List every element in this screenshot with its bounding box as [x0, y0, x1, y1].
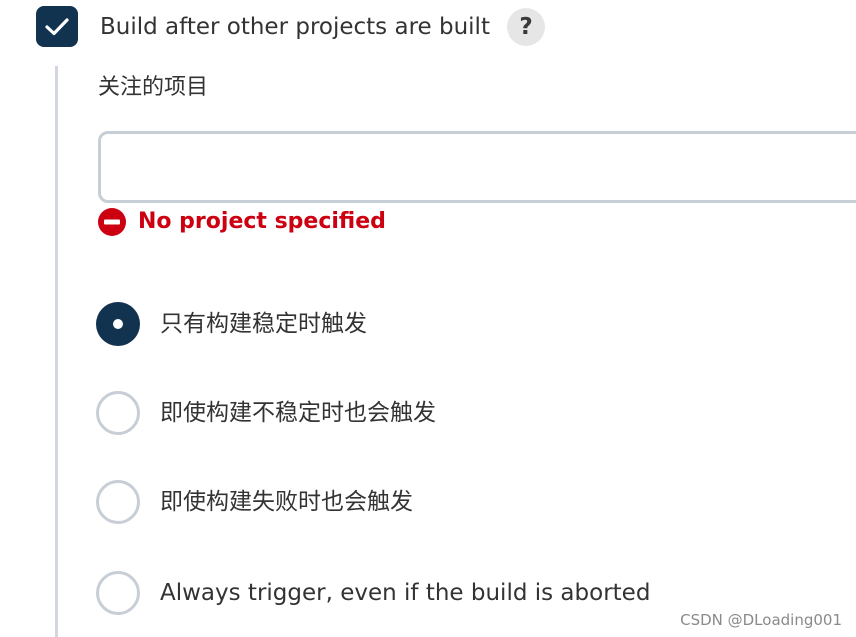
error-message: No project specified — [138, 209, 386, 234]
checkmark-icon — [45, 18, 69, 36]
radio-button[interactable] — [96, 480, 140, 524]
radio-label[interactable]: 即使构建失败时也会触发 — [160, 486, 413, 518]
page: Build after other projects are built ? 关… — [0, 0, 856, 637]
radio-label[interactable]: 只有构建稳定时触发 — [160, 308, 367, 340]
radio-label[interactable]: 即使构建不稳定时也会触发 — [160, 397, 436, 429]
projects-input[interactable] — [98, 131, 856, 203]
error-circle-icon — [98, 208, 126, 236]
nested-section-indicator — [55, 66, 58, 637]
radio-label[interactable]: Always trigger, even if the build is abo… — [160, 577, 650, 609]
radio-button[interactable] — [96, 391, 140, 435]
help-icon[interactable]: ? — [507, 8, 545, 46]
build-after-label[interactable]: Build after other projects are built — [100, 12, 490, 42]
build-after-checkbox[interactable] — [36, 6, 78, 47]
watermark: CSDN @DLoading001 — [680, 611, 842, 629]
projects-field-label: 关注的项目 — [98, 75, 209, 100]
radio-button[interactable] — [96, 571, 140, 615]
radio-button[interactable] — [96, 302, 140, 346]
